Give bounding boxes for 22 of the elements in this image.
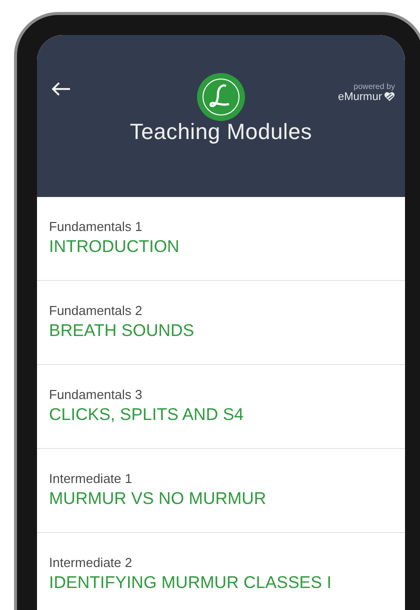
module-row[interactable]: Intermediate 1 MURMUR VS NO MURMUR [37, 449, 405, 533]
logo-icon [196, 72, 246, 122]
module-title: BREATH SOUNDS [49, 321, 196, 341]
module-row[interactable]: Fundamentals 3 CLICKS, SPLITS AND S4 [37, 365, 405, 449]
module-category: Intermediate 2 [49, 555, 134, 570]
module-category: Fundamentals 1 [49, 219, 144, 234]
powered-by-label: powered by [354, 82, 395, 91]
module-title: MURMUR VS NO MURMUR [49, 489, 268, 509]
module-row[interactable]: Fundamentals 2 BREATH SOUNDS [37, 281, 405, 365]
module-title: IDENTIFYING MURMUR CLASSES I [49, 573, 332, 593]
module-row[interactable]: Intermediate 2 IDENTIFYING MURMUR CLASSES I [37, 533, 405, 610]
screen-title: Teaching Modules [130, 119, 312, 145]
module-row[interactable]: Fundamentals 1 INTRODUCTION [37, 197, 405, 281]
module-category: Fundamentals 3 [49, 387, 144, 402]
module-category: Fundamentals 2 [49, 303, 144, 318]
module-title: CLICKS, SPLITS AND S4 [49, 405, 245, 425]
module-title: INTRODUCTION [49, 237, 180, 257]
module-category: Intermediate 1 [49, 471, 134, 486]
heart-icon [384, 92, 395, 102]
back-arrow-icon [51, 81, 71, 97]
brand-name: eMurmur [338, 91, 382, 103]
back-button[interactable] [51, 81, 71, 97]
